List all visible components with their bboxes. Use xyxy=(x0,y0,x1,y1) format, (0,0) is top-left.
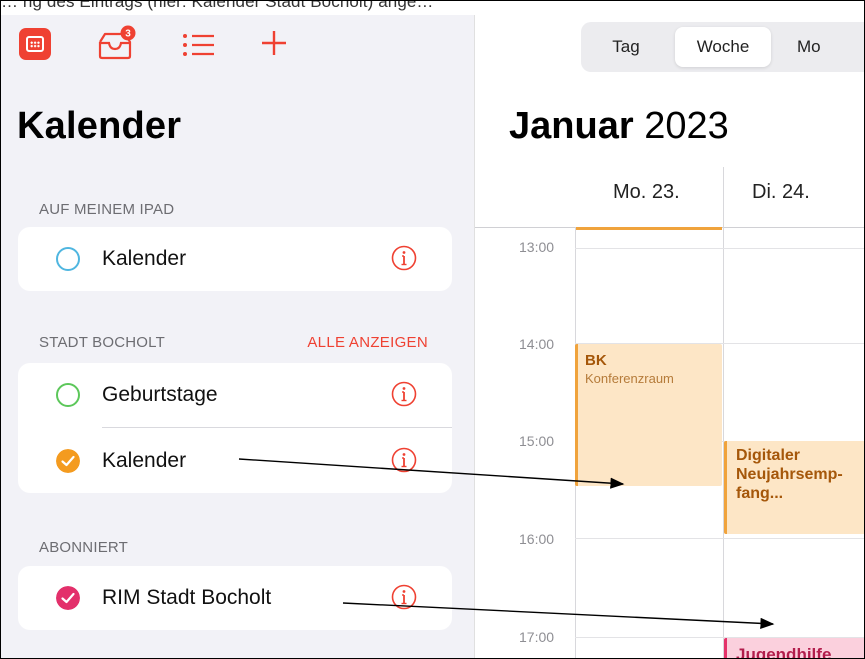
hour-line xyxy=(575,248,864,249)
screenshot-frame: … ng des Eintrags (hier: Kalender Stadt … xyxy=(0,0,865,659)
tab-tag[interactable]: Tag xyxy=(581,22,671,72)
hour-line xyxy=(575,538,864,539)
inbox-badge: 3 xyxy=(125,29,131,40)
sidebar-title: Kalender xyxy=(17,105,182,147)
info-icon[interactable] xyxy=(390,446,418,474)
calendar-label: Geburtstage xyxy=(102,383,218,406)
day-header-mo[interactable]: Mo. 23. xyxy=(613,181,680,204)
unchecked-circle-icon[interactable] xyxy=(56,247,80,271)
time-label: 15:00 xyxy=(519,433,555,449)
event-title-line: Neujahrsemp- xyxy=(736,466,843,483)
event-continuation xyxy=(576,227,722,230)
calendar-icon[interactable] xyxy=(19,28,51,60)
calendar-row-rim[interactable]: RIM Stadt Bocholt xyxy=(18,566,452,630)
time-label: 14:00 xyxy=(519,336,555,352)
event-location: Konferenzraum xyxy=(585,371,674,386)
plus-icon[interactable] xyxy=(260,29,288,57)
tab-monat[interactable]: Mo xyxy=(781,22,864,72)
section-header-stadt-bocholt: STADT BOCHOLT xyxy=(39,334,165,351)
list-icon[interactable] xyxy=(182,32,216,58)
info-icon[interactable] xyxy=(390,583,418,611)
event-jugendhilfe[interactable]: Jugendhilfe xyxy=(724,638,864,659)
show-all-link[interactable]: ALLE ANZEIGEN xyxy=(307,334,428,351)
event-title-line: Digitaler xyxy=(736,447,801,464)
row-separator xyxy=(102,427,452,428)
event-title: BK xyxy=(585,352,607,369)
calendar-label: Kalender xyxy=(102,449,187,472)
cropped-caption-text: … ng des Eintrags (hier: Kalender Stadt … xyxy=(1,0,434,11)
year-label: 2023 xyxy=(644,105,729,147)
month-title: Januar 2023 xyxy=(509,105,729,148)
event-title: Jugendhilfe xyxy=(736,645,832,659)
inbox-icon[interactable]: 3 xyxy=(96,25,136,61)
cropped-caption: … ng des Eintrags (hier: Kalender Stadt … xyxy=(1,0,864,15)
event-digitaler-neujahrsempfang[interactable]: Digitaler Neujahrsemp- fang... xyxy=(724,441,864,534)
calendar-row-stadt-kalender[interactable]: Kalender xyxy=(18,429,452,493)
calendar-label: Kalender xyxy=(102,247,187,270)
view-segmented-control: Tag Woche Mo xyxy=(581,22,864,72)
week-view: Tag Woche Mo Januar 2023 Mo. 23. Di. 24.… xyxy=(475,1,864,659)
info-icon[interactable] xyxy=(390,380,418,408)
section-header-abonniert: ABONNIERT xyxy=(39,539,129,556)
info-icon[interactable] xyxy=(390,244,418,272)
month-name: Januar xyxy=(509,105,634,147)
day-divider xyxy=(723,167,724,227)
sidebar: 3 Kalender AUF MEINEM IPAD Kalender STAD… xyxy=(1,1,475,658)
card-abonniert: RIM Stadt Bocholt xyxy=(18,566,452,630)
checked-circle-icon[interactable] xyxy=(56,449,80,473)
event-bk[interactable]: BK Konferenzraum xyxy=(575,344,722,486)
day-header-di[interactable]: Di. 24. xyxy=(752,181,810,204)
calendar-label: RIM Stadt Bocholt xyxy=(102,586,272,609)
time-label: 13:00 xyxy=(519,239,555,255)
calendar-row-ipad-kalender[interactable]: Kalender xyxy=(18,227,452,291)
calendar-row-geburtstage[interactable]: Geburtstage xyxy=(18,363,452,427)
event-title-line: fang... xyxy=(736,485,784,502)
card-ipad: Kalender xyxy=(18,227,452,291)
card-stadt-bocholt: Geburtstage Kalender xyxy=(18,363,452,493)
tab-woche[interactable]: Woche xyxy=(675,27,771,67)
time-label: 17:00 xyxy=(519,629,555,645)
checked-circle-icon[interactable] xyxy=(56,586,80,610)
unchecked-circle-icon[interactable] xyxy=(56,383,80,407)
section-header-ipad: AUF MEINEM IPAD xyxy=(39,201,175,218)
time-label: 16:00 xyxy=(519,531,555,547)
